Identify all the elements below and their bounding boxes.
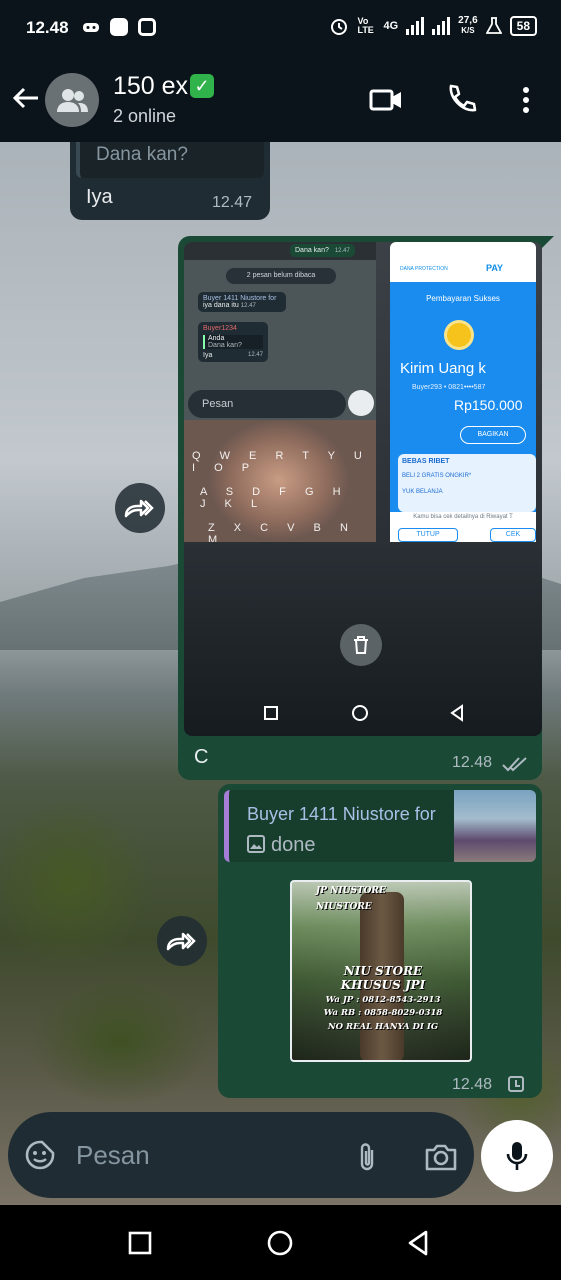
chat-header: 150 ex ✓ 2 online (0, 56, 561, 142)
dana-promo-banner: BEBAS RIBET BELI 2 GRATIS ONGKIR* YUK BE… (398, 454, 536, 512)
gamepad-icon (83, 23, 99, 32)
outgoing-media-message[interactable]: Dana kan? 12.47 2 pesan belum dibaca Buy… (178, 236, 554, 780)
status-indicators: Vo LTE 4G 27,6 K/S 58 (329, 16, 537, 36)
check-mark-emoji: ✓ (190, 74, 215, 98)
screenshot-nav-home-icon (352, 705, 368, 721)
chat-title-text: 150 ex (113, 72, 189, 100)
dana-footer-text: Kamu bisa cek detailnya di Riwayat T (413, 514, 513, 520)
back-icon[interactable] (402, 1227, 434, 1259)
app-notification-icon (110, 18, 128, 36)
poster-contact-1: Wa JP : 0812-8543-2913 (325, 995, 441, 1005)
screenshot-nav-back-icon (450, 704, 463, 722)
group-avatar[interactable] (45, 73, 99, 127)
forward-button[interactable] (115, 483, 165, 533)
camera-icon[interactable] (424, 1142, 458, 1172)
signal-icon (406, 17, 425, 35)
screenshot-buyer-bubble: Buyer 1411 Niustore for iya dana itu 12.… (198, 292, 286, 312)
message-time: 12.47 (212, 194, 253, 211)
poster-contact-2: Wa RB : 0858-8029-0318 (323, 1008, 443, 1018)
voice-record-button[interactable] (481, 1120, 553, 1192)
network-speed: 27,6 K/S (458, 15, 478, 36)
dana-header: DANA PROTECTION PAY (390, 256, 536, 282)
message-text: Iya (86, 186, 113, 208)
home-icon[interactable] (264, 1227, 296, 1259)
reply-sender-name: Buyer 1411 Niustore for (247, 804, 436, 824)
signal-2-icon (432, 17, 451, 35)
quoted-message-text: Dana kan? (96, 144, 188, 165)
poster-image[interactable]: JP NIUSTORE NIUSTORE NIU STORE KHUSUS JP… (290, 880, 472, 1062)
message-time: 12.48 (452, 754, 493, 771)
image-icon (247, 835, 265, 853)
dana-status: Pembayaran Sukses (426, 294, 500, 303)
dana-coin-icon (444, 320, 474, 350)
battery-indicator: 58 (509, 16, 537, 36)
screenshot-nav-recents-icon (264, 706, 278, 720)
network-gen-label: 4G (383, 20, 399, 32)
status-time: 12.48 (26, 18, 69, 37)
microphone-icon (506, 1142, 528, 1170)
chat-subtitle: 2 online (113, 106, 177, 126)
dana-amount: Rp150.000 (454, 397, 523, 413)
dana-recipient: Buyer293 • 0821••••587 (412, 384, 486, 391)
status-bar: 12.48 Vo LTE 4G 27,6 K/S 58 (0, 0, 561, 56)
voice-call-icon[interactable] (443, 82, 479, 118)
attach-icon[interactable] (354, 1142, 380, 1172)
poster-store-name: NIU STORE (343, 964, 423, 978)
screenshot-dana-panel: DANA PROTECTION PAY Pembayaran Sukses Ki… (390, 242, 536, 542)
system-navigation-bar (0, 1205, 561, 1280)
reply-thumbnail (454, 790, 536, 862)
reply-quote[interactable]: Buyer 1411 Niustore for done (224, 790, 536, 862)
screenshot-keyboard: Q W E R T Y U I O P A S D F G H J K L Z … (192, 450, 370, 542)
chat-title[interactable]: 150 ex ✓ (113, 72, 215, 101)
poster-heading-2: NIUSTORE (316, 902, 372, 912)
message-time: 12.48 (452, 1076, 493, 1093)
sticker-icon[interactable] (24, 1139, 56, 1171)
screenshot-nav-bar (264, 704, 463, 722)
message-input[interactable] (76, 1134, 336, 1176)
dana-share-button: BAGIKAN (460, 426, 526, 444)
screenshot-input-field: Pesan (188, 390, 346, 418)
screenshot-unread-banner: 2 pesan belum dibaca (226, 268, 336, 284)
more-options-icon[interactable] (508, 82, 544, 118)
media-image[interactable]: Dana kan? 12.47 2 pesan belum dibaca Buy… (184, 242, 542, 736)
trash-icon (354, 636, 368, 654)
video-call-icon[interactable] (368, 82, 404, 118)
poster-subtitle: KHUSUS JPI (340, 978, 426, 992)
pending-clock-icon (508, 1076, 524, 1092)
status-notification-icons (82, 18, 156, 36)
dana-close-button: TUTUP (398, 528, 458, 542)
dana-title: Kirim Uang k (400, 360, 486, 377)
quoted-message[interactable]: Dana kan? (76, 142, 264, 178)
recents-icon[interactable] (124, 1227, 156, 1259)
message-text: C (194, 746, 209, 768)
screenshot-chat-panel: Dana kan? 12.47 2 pesan belum dibaca Buy… (184, 242, 376, 542)
dana-check-button: CEK (490, 528, 536, 542)
flask-icon (485, 17, 502, 34)
screenshot-mic-icon (348, 390, 374, 416)
alarm-icon (331, 19, 348, 35)
poster-heading-1: JP NIUSTORE (316, 886, 386, 896)
incoming-message[interactable]: Dana kan? Iya 12.47 (70, 142, 270, 220)
forward-icon (124, 499, 154, 518)
back-arrow-icon[interactable] (10, 82, 42, 114)
volte-label: Vo LTE (357, 16, 374, 35)
screenshot-trash-button (340, 624, 382, 666)
message-composer (8, 1112, 474, 1198)
message-notification-icon (138, 18, 156, 36)
screenshot-reply-bubble: Buyer1234 Anda Dana kan? Iya 12.47 (198, 322, 268, 362)
reply-preview: done (247, 834, 316, 857)
outgoing-reply-message[interactable]: Buyer 1411 Niustore for done JP NIUSTORE… (218, 784, 542, 1098)
poster-note: NO REAL HANYA DI IG (327, 1022, 439, 1032)
double-check-read-icon (502, 757, 527, 772)
forward-icon (166, 932, 196, 951)
forward-button[interactable] (157, 916, 207, 966)
group-avatar-icon (57, 89, 88, 112)
screenshot-top-bubble: Dana kan? 12.47 (290, 244, 355, 257)
